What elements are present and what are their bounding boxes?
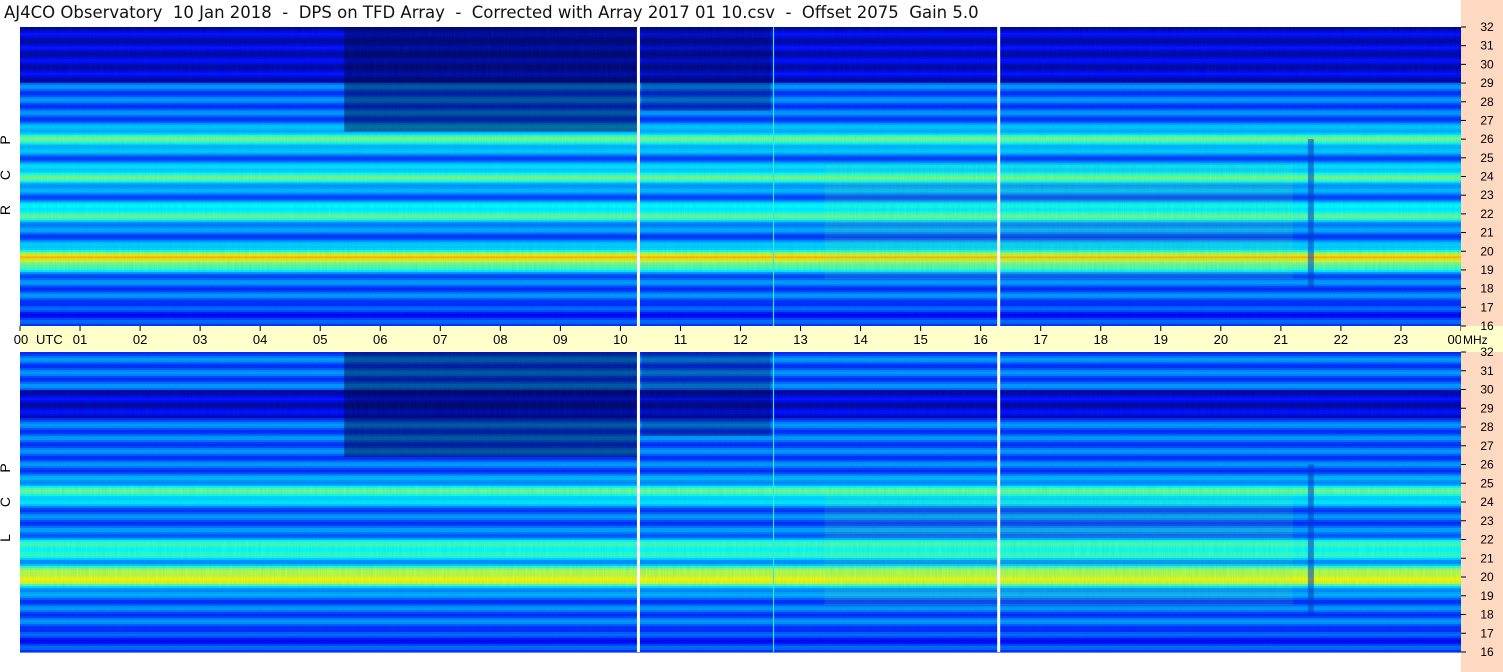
utc-tick-label: 01	[73, 332, 87, 347]
utc-tick-label: 16	[973, 332, 987, 347]
mhz-tick-label: 24	[1480, 170, 1494, 184]
utc-tick-label: 20	[1214, 332, 1228, 347]
mhz-tick-label: 30	[1480, 57, 1494, 71]
frequency-axis: MHz3231302928272625242322212019181716323…	[1461, 0, 1503, 672]
utc-tick-label: 05	[313, 332, 327, 347]
utc-tick-label: 22	[1334, 332, 1348, 347]
texture-overlay	[20, 352, 1461, 652]
utc-tick-label: 15	[913, 332, 927, 347]
mhz-tick-label: 17	[1480, 300, 1494, 314]
polarization-letter: P	[0, 463, 13, 472]
mhz-tick-label: 28	[1480, 95, 1494, 109]
mhz-tick-label: 32	[1480, 345, 1494, 359]
mhz-tick-label: 24	[1480, 495, 1494, 509]
polarization-letter: R	[0, 205, 13, 215]
utc-tick-label: 00	[14, 332, 28, 347]
utc-tick-label: 17	[1033, 332, 1047, 347]
utc-tick-label: 14	[853, 332, 867, 347]
lcp-panel	[20, 352, 1461, 653]
utc-tick-label: 10	[613, 332, 627, 347]
utc-unit-label: UTC	[36, 332, 63, 347]
mhz-tick-label: 22	[1480, 207, 1494, 221]
mhz-tick-label: 31	[1480, 364, 1494, 378]
utc-strip-background	[0, 326, 1461, 352]
utc-tick-label: 11	[674, 332, 688, 347]
mhz-tick-label: 25	[1480, 151, 1494, 165]
mhz-tick-label: 19	[1480, 589, 1494, 603]
spectrogram-chart: 00 01 02 03 04 05 06 07 08 09 10 11 12 13 14 15 16 17 18 19…	[0, 0, 1503, 672]
utc-tick-label: 03	[193, 332, 207, 347]
data-gap-line	[997, 27, 1001, 326]
mhz-tick-label: 22	[1480, 533, 1494, 547]
interference-column	[1307, 464, 1314, 615]
mhz-tick-label: 29	[1480, 401, 1494, 415]
utc-tick-label: 04	[253, 332, 267, 347]
mhz-tick-label: 23	[1480, 514, 1494, 528]
utc-tick-label: 21	[1274, 332, 1288, 347]
mhz-tick-label: 27	[1480, 113, 1494, 127]
mhz-tick-label: 17	[1480, 626, 1494, 640]
mhz-tick-label: 18	[1480, 282, 1494, 296]
mhz-tick-label: 27	[1480, 439, 1494, 453]
utc-tick-label: 02	[133, 332, 147, 347]
data-gap-line	[997, 352, 1001, 652]
texture-overlay	[20, 27, 1461, 326]
mhz-tick-label: 16	[1480, 645, 1494, 659]
mhz-tick-label: 21	[1480, 551, 1494, 565]
utc-tick-label: 09	[553, 332, 567, 347]
utc-tick-label: 12	[733, 332, 747, 347]
mhz-tick-label: 20	[1480, 244, 1494, 258]
mhz-tick-label: 16	[1480, 319, 1494, 333]
utc-tick-label: 19	[1154, 332, 1168, 347]
mhz-tick-label: 26	[1480, 132, 1494, 146]
polarization-letter: C	[0, 497, 13, 507]
utc-tick-label: 07	[433, 332, 447, 347]
data-gap-line	[636, 352, 640, 652]
utc-tick-label: 00	[1448, 332, 1462, 347]
utc-tick-label: 18	[1094, 332, 1108, 347]
mhz-tick-label: 31	[1480, 39, 1494, 53]
utc-tick-label: 23	[1394, 332, 1408, 347]
utc-tick-label: 13	[793, 332, 807, 347]
mhz-tick-label: 20	[1480, 570, 1494, 584]
mhz-tick-label: 32	[1480, 20, 1494, 34]
mhz-tick-label: 29	[1480, 76, 1494, 90]
polarization-letter: L	[0, 534, 13, 542]
rcp-panel	[20, 27, 1461, 327]
polarization-letter: C	[0, 170, 13, 180]
mhz-tick-label: 18	[1480, 608, 1494, 622]
polarization-letter: P	[0, 135, 13, 144]
mhz-tick-label: 30	[1480, 383, 1494, 397]
mhz-tick-label: 25	[1480, 476, 1494, 490]
data-gap-line	[636, 27, 640, 326]
mhz-tick-label: 23	[1480, 188, 1494, 202]
mhz-tick-label: 21	[1480, 226, 1494, 240]
mhz-tick-label: 28	[1480, 420, 1494, 434]
utc-tick-label: 06	[373, 332, 387, 347]
mhz-tick-label: 19	[1480, 263, 1494, 277]
utc-tick-label: 08	[493, 332, 507, 347]
mhz-tick-label: 26	[1480, 458, 1494, 472]
interference-column	[1307, 139, 1314, 289]
